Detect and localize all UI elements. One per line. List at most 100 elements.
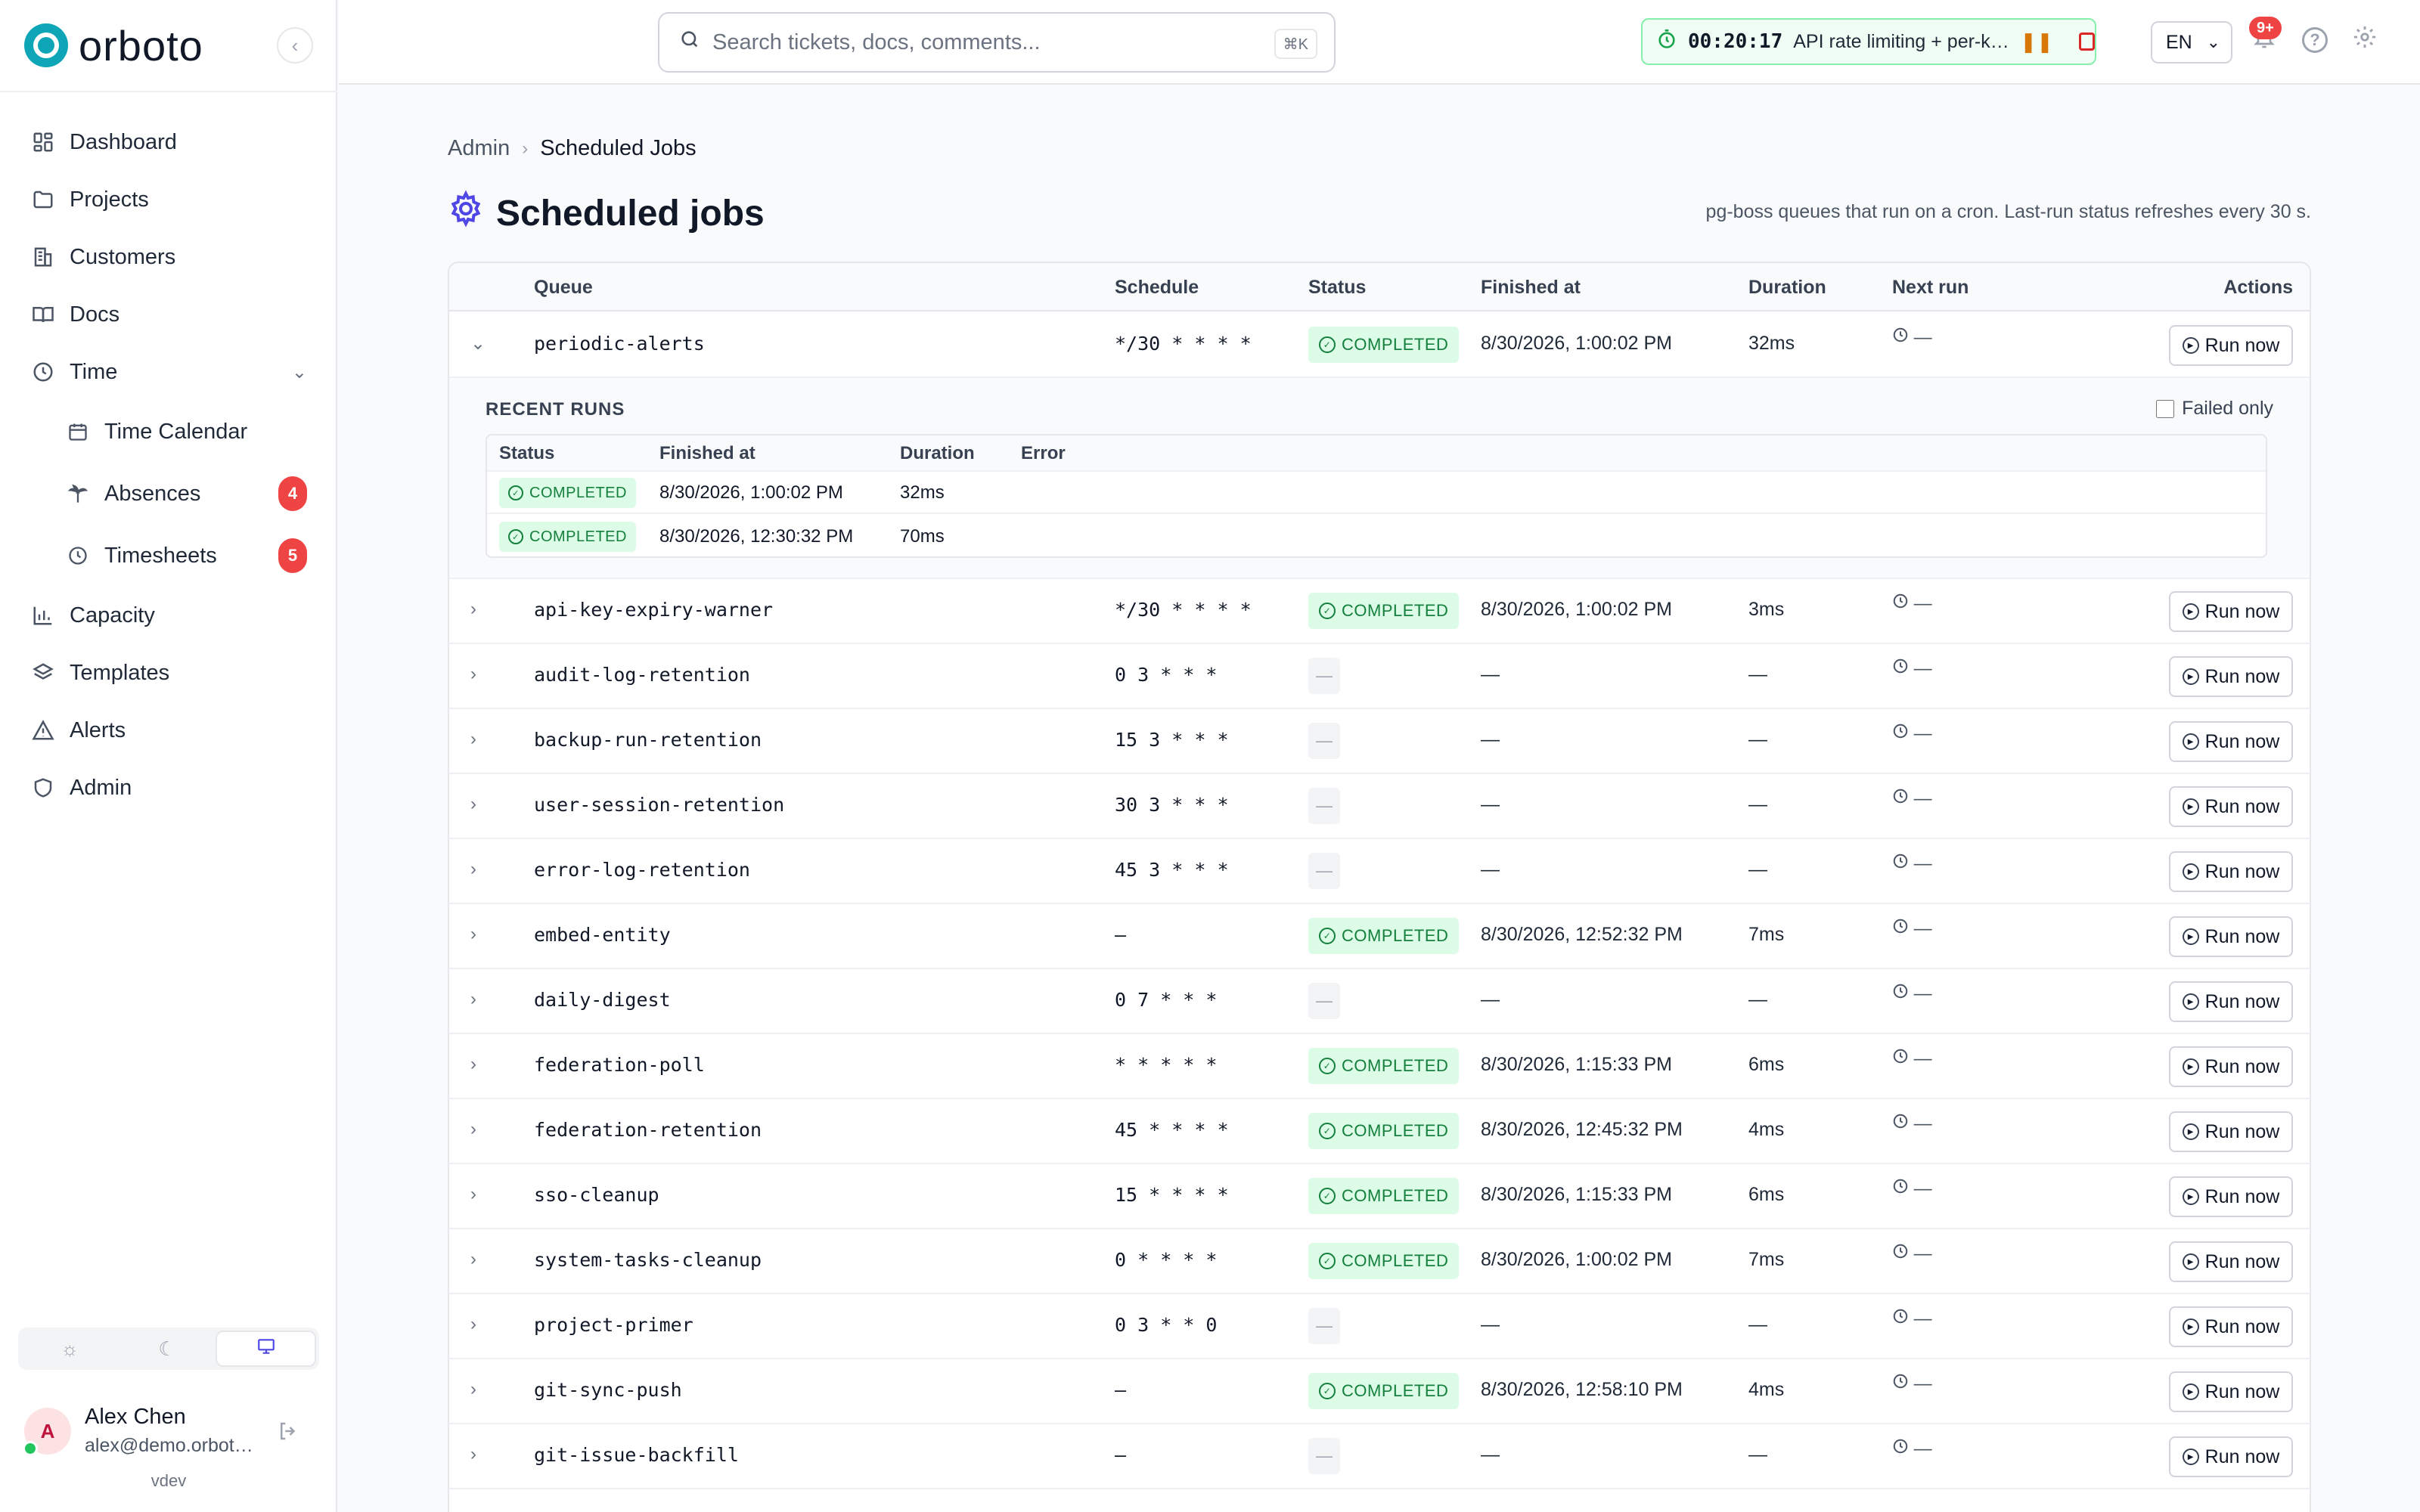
table-row[interactable]: › daily-digest 0 7 * * * — — — — ▶ Run now	[449, 969, 2310, 1034]
column-header-queue[interactable]: Queue	[534, 277, 593, 299]
check-circle-icon: ✓	[1319, 603, 1336, 619]
table-row[interactable]: › system-tasks-cleanup 0 * * * * ✓ COMPLETED…	[449, 1229, 2310, 1294]
sidebar-item-label: Absences	[104, 481, 201, 506]
column-header-next-run[interactable]: Next run	[1892, 277, 1969, 299]
pause-icon[interactable]: ❚❚	[2020, 30, 2053, 54]
stop-icon[interactable]	[2078, 33, 2095, 51]
chevron-right-icon[interactable]: ›	[470, 1379, 476, 1400]
failed-only-checkbox[interactable]	[2156, 399, 2175, 418]
queue-status: ✓ COMPLETED	[1308, 1373, 1460, 1409]
help-icon[interactable]: ?	[2302, 27, 2328, 53]
run-now-button[interactable]: ▶ Run now	[2169, 1306, 2293, 1347]
run-now-button[interactable]: ▶ Run now	[2169, 1241, 2293, 1282]
table-row[interactable]: ⌄ periodic-alerts */30 * * * * ✓ COMPLETED 8/…	[449, 313, 2310, 378]
table-row[interactable]: › federation-poll * * * * * ✓ COMPLETED 8/30/…	[449, 1034, 2310, 1099]
queue-schedule: 15 3 * * *	[1115, 729, 1229, 751]
sidebar-item-dashboard[interactable]: Dashboard	[0, 113, 337, 171]
status-text: COMPLETED	[1342, 335, 1449, 354]
active-timer[interactable]: 00:20:17 API rate limiting + per-key quo…	[1641, 18, 2096, 65]
play-circle-icon: ▶	[2182, 1188, 2199, 1205]
run-now-button[interactable]: ▶ Run now	[2169, 851, 2293, 892]
column-header-schedule[interactable]: Schedule	[1115, 277, 1199, 299]
chevron-right-icon[interactable]: ›	[470, 859, 476, 880]
table-row[interactable]: › embed-entity — ✓ COMPLETED 8/30/2026, 12:52…	[449, 904, 2310, 969]
chevron-down-icon[interactable]: ⌄	[470, 333, 486, 355]
status-badge: —	[1308, 658, 1340, 694]
column-header-finished[interactable]: Finished at	[1481, 277, 1581, 299]
chevron-right-icon[interactable]: ›	[470, 1054, 476, 1075]
sidebar-item-absences[interactable]: Absences 4	[0, 463, 337, 525]
chevron-right-icon[interactable]: ›	[470, 924, 476, 945]
run-now-button[interactable]: ▶ Run now	[2169, 1046, 2293, 1087]
light-theme-button[interactable]: ☼	[21, 1331, 119, 1367]
sidebar-item-time-calendar[interactable]: Time Calendar	[0, 401, 337, 463]
run-now-button[interactable]: ▶ Run now	[2169, 1436, 2293, 1477]
run-now-button[interactable]: ▶ Run now	[2169, 1111, 2293, 1152]
sidebar-item-docs[interactable]: Docs	[0, 286, 337, 343]
run-now-button[interactable]: ▶ Run now	[2169, 786, 2293, 827]
chevron-down-icon[interactable]: ⌄	[292, 361, 307, 383]
run-now-button[interactable]: ▶ Run now	[2169, 656, 2293, 697]
table-row[interactable]: › project-primer 0 3 * * 0 — — — — ▶ Run now	[449, 1294, 2310, 1359]
gear-icon[interactable]	[2352, 24, 2378, 57]
chevron-right-icon[interactable]: ›	[470, 1249, 476, 1270]
column-header-status[interactable]: Status	[1308, 277, 1366, 299]
sidebar-item-timesheets[interactable]: Timesheets 5	[0, 525, 337, 587]
failed-only-filter[interactable]: Failed only	[2156, 398, 2273, 420]
run-now-button[interactable]: ▶ Run now	[2169, 981, 2293, 1022]
search-box[interactable]: ⌘K	[658, 12, 1336, 73]
table-row[interactable]: › audit-log-retention 0 3 * * * — — — — ▶ Run n…	[449, 644, 2310, 709]
clock-icon	[1892, 593, 1909, 614]
sidebar-item-customers[interactable]: Customers	[0, 228, 337, 286]
chevron-right-icon[interactable]: ›	[470, 794, 476, 815]
sidebar-item-templates[interactable]: Templates	[0, 644, 337, 702]
sidebar-item-admin[interactable]: Admin	[0, 759, 337, 816]
run-now-button[interactable]: ▶ Run now	[2169, 325, 2293, 366]
table-row[interactable]: › git-issue-backfill — — — — — ▶ Run now	[449, 1424, 2310, 1489]
table-row[interactable]: › federation-retention 45 * * * * ✓ COMPLETE…	[449, 1099, 2310, 1164]
chevron-right-icon[interactable]: ›	[470, 1314, 476, 1335]
chevron-right-icon[interactable]: ›	[470, 989, 476, 1010]
online-status-indicator	[23, 1441, 38, 1456]
sidebar-item-capacity[interactable]: Capacity	[0, 587, 337, 644]
queue-finished-at: —	[1481, 1314, 1500, 1335]
system-theme-button[interactable]	[216, 1331, 317, 1367]
table-row[interactable]: › error-log-retention 45 3 * * * — — — — ▶ Run …	[449, 839, 2310, 904]
user-profile[interactable]: A Alex Chen alex@demo.orboto.io	[23, 1405, 319, 1465]
sidebar-item-alerts[interactable]: Alerts	[0, 702, 337, 759]
run-now-button[interactable]: ▶ Run now	[2169, 591, 2293, 632]
collapse-sidebar-button[interactable]: ‹	[277, 27, 313, 64]
next-run-value: —	[1913, 919, 1932, 939]
run-now-button[interactable]: ▶ Run now	[2169, 1176, 2293, 1217]
table-row[interactable]: › user-session-retention 30 3 * * * — — — — ▶ R…	[449, 774, 2310, 839]
run-now-button[interactable]: ▶ Run now	[2169, 916, 2293, 957]
run-now-button[interactable]: ▶ Run now	[2169, 721, 2293, 762]
chevron-right-icon[interactable]: ›	[470, 664, 476, 685]
queue-next-run: —	[1892, 1308, 1932, 1330]
clock-icon	[1892, 1374, 1909, 1394]
column-header-duration[interactable]: Duration	[1748, 277, 1826, 299]
queue-duration: 6ms	[1748, 1184, 1785, 1205]
table-row[interactable]: › git-sync-push — ✓ COMPLETED 8/30/2026, 12:5…	[449, 1359, 2310, 1424]
clock-icon	[1892, 658, 1909, 679]
table-row[interactable]: › backup-run-retention 15 3 * * * — — — — ▶ Run…	[449, 709, 2310, 774]
language-select[interactable]: EN ⌄	[2151, 21, 2232, 64]
run-now-button[interactable]: ▶ Run now	[2169, 1371, 2293, 1412]
search-input[interactable]	[712, 29, 1264, 55]
dark-theme-button[interactable]: ☾	[119, 1331, 216, 1367]
run-now-label: Run now	[2204, 1315, 2280, 1337]
chevron-right-icon[interactable]: ›	[470, 1119, 476, 1140]
breadcrumb-admin-link[interactable]: Admin	[448, 136, 510, 161]
clock-icon	[1892, 1049, 1909, 1069]
table-row[interactable]: › api-key-expiry-warner */30 * * * * ✓ COMPL…	[449, 579, 2310, 644]
sidebar-item-projects[interactable]: Projects	[0, 171, 337, 228]
check-circle-icon: ✓	[1319, 336, 1336, 353]
brand-logo[interactable]: orboto	[24, 21, 203, 70]
chevron-right-icon[interactable]: ›	[470, 599, 476, 620]
logout-icon[interactable]	[277, 1420, 299, 1448]
chevron-right-icon[interactable]: ›	[470, 1444, 476, 1465]
chevron-right-icon[interactable]: ›	[470, 1184, 476, 1205]
table-row[interactable]: › sso-cleanup 15 * * * * ✓ COMPLETED 8/30/202…	[449, 1164, 2310, 1229]
sidebar-item-time[interactable]: Time ⌄	[0, 343, 337, 401]
chevron-right-icon[interactable]: ›	[470, 729, 476, 750]
